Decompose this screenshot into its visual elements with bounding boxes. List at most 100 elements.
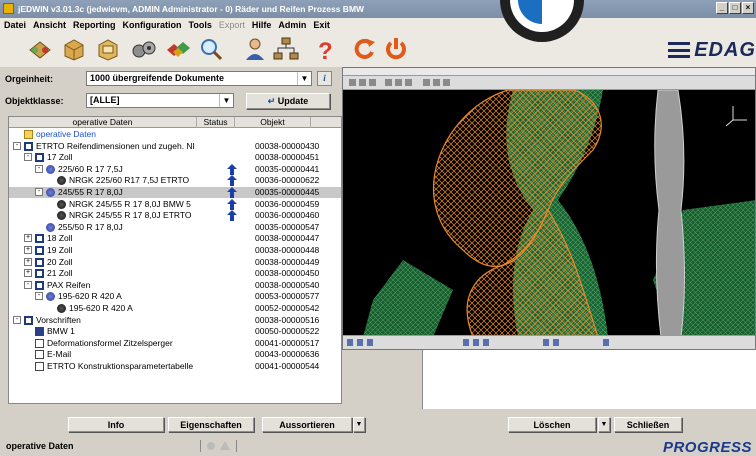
tire-mesh-model — [363, 90, 755, 337]
menu-exit[interactable]: Exit — [313, 20, 330, 30]
menu-hilfe[interactable]: Hilfe — [252, 20, 272, 30]
tree-row[interactable]: NRGK 225/60 R17 7,5J ETRTO 00036-00000622 — [9, 175, 341, 187]
chevron-down-icon: ▼ — [219, 94, 233, 107]
expand-icon[interactable]: + — [24, 269, 32, 278]
menu-tools[interactable]: Tools — [189, 20, 212, 30]
tree-row[interactable]: - PAX Reifen 00038-00000540 — [9, 280, 341, 291]
hierarchy-icon[interactable] — [272, 36, 300, 62]
column-status[interactable]: Status — [197, 117, 235, 128]
menu-reporting[interactable]: Reporting — [73, 20, 116, 30]
status-arrow-icon — [227, 163, 237, 175]
tree-row-object-id: 00035-00000445 — [255, 187, 320, 197]
group-icon — [24, 141, 33, 151]
aussortieren-button[interactable]: Aussortieren — [262, 417, 352, 432]
svg-text:?: ? — [318, 38, 333, 62]
collapse-icon[interactable]: - — [13, 141, 21, 150]
tree-row[interactable]: - ETRTO Reifendimensionen und zugeh. NI 00… — [9, 141, 341, 152]
info-button[interactable]: Info — [68, 417, 164, 432]
tree-row[interactable]: E-Mail 00043-00000636 — [9, 349, 341, 360]
tree-row[interactable]: - Vorschriften 00038-00000516 — [9, 315, 341, 326]
aussortieren-dropdown[interactable]: ▼ — [353, 417, 365, 432]
tree-row[interactable]: 255/50 R 17 8,0J 00035-00000547 — [9, 222, 341, 233]
enter-arrow-icon: ↵ — [267, 96, 278, 106]
update-button[interactable]: ↵ Update — [246, 93, 330, 109]
box-icon[interactable] — [60, 36, 88, 62]
power-icon[interactable] — [382, 36, 410, 62]
collapse-icon[interactable]: - — [35, 188, 43, 196]
tree-row-object-id: 00038-00000448 — [255, 245, 320, 255]
tree-row[interactable]: operative Daten — [9, 129, 341, 140]
tree-row[interactable]: +18 Zoll 00038-00000447 — [9, 233, 341, 244]
menu-admin[interactable]: Admin — [278, 20, 306, 30]
tire-icon — [46, 164, 55, 174]
user-icon[interactable] — [241, 36, 269, 62]
property-panel — [422, 350, 756, 410]
schliessen-button[interactable]: Schließen — [614, 417, 682, 432]
tree-row-object-id: 00038-00000516 — [255, 314, 320, 325]
tree-row[interactable]: Deformationsformel Zitzelsperger 00041-00… — [9, 338, 341, 349]
tree-row-label: BMW 1 — [47, 326, 75, 337]
eigenschaften-button[interactable]: Eigenschaften — [168, 417, 254, 432]
loeschen-dropdown[interactable]: ▼ — [598, 417, 610, 432]
tree-row[interactable]: ETRTO Konstruktionsparametertabelle 00041… — [9, 361, 341, 372]
cad-toolbar[interactable] — [343, 76, 755, 90]
tree-row[interactable]: - 245/55 R 17 8,0J 00035-00000445 — [9, 187, 341, 198]
menu-datei[interactable]: Datei — [4, 20, 26, 30]
tree-row-label: 19 Zoll — [47, 245, 73, 255]
expand-icon[interactable]: + — [24, 246, 32, 254]
parts-icon[interactable] — [26, 36, 54, 62]
manual-icon — [35, 327, 44, 337]
tree-row-object-id: 00050-00000522 — [255, 326, 320, 337]
expand-icon[interactable]: + — [24, 257, 32, 266]
tree-row-label: E-Mail — [47, 349, 72, 360]
tree-row-object-id: 00035-00000441 — [255, 163, 320, 174]
group-icon — [35, 269, 44, 279]
info-icon-button[interactable]: i — [317, 71, 332, 86]
tree-row-label: ETRTO Reifendimensionen und zugeh. NI — [36, 140, 195, 151]
menu-export[interactable]: Export — [219, 20, 245, 30]
tree-row[interactable]: 195-620 R 420 A 00052-00000542 — [9, 303, 341, 314]
package-icon[interactable] — [94, 36, 122, 62]
window-title: jEDWIN v3.01.3c (jedwievm, ADMIN Adminis… — [18, 4, 365, 14]
tree-row-label: Deformationsformel Zitzelsperger — [47, 337, 173, 348]
wheels-icon[interactable] — [130, 36, 158, 62]
help-icon[interactable]: ? — [310, 36, 338, 62]
loeschen-button[interactable]: Löschen — [508, 417, 596, 432]
tree-row-label: NRGK 225/60 R17 7,5J ETRTO — [69, 175, 190, 186]
gems-icon[interactable] — [164, 36, 192, 62]
group-icon — [35, 280, 44, 290]
collapse-icon[interactable]: - — [35, 164, 43, 173]
tree-row[interactable]: +20 Zoll 00038-00000449 — [9, 257, 341, 268]
cad-viewer[interactable] — [342, 67, 756, 350]
search-icon[interactable] — [197, 36, 225, 62]
menu-ansicht[interactable]: Ansicht — [33, 20, 66, 30]
column-operative-daten[interactable]: operative Daten — [9, 117, 197, 128]
collapse-icon[interactable]: - — [24, 280, 32, 289]
close-button[interactable]: × — [742, 2, 754, 14]
tree-header: operative Daten Status Objekt — [9, 117, 341, 128]
tree-row[interactable]: - 195-620 R 420 A 00053-00000577 — [9, 291, 341, 302]
expand-icon[interactable]: + — [24, 234, 32, 243]
tree-row[interactable]: BMW 1 00050-00000522 — [9, 326, 341, 337]
maximize-button[interactable]: □ — [729, 2, 741, 14]
menu-konfiguration[interactable]: Konfiguration — [123, 20, 182, 30]
tree-row[interactable]: +19 Zoll 00038-00000448 — [9, 245, 341, 256]
tree-row[interactable]: NRGK 245/55 R 17 8,0J BMW 5 00036-0000045… — [9, 198, 341, 210]
minimize-button[interactable]: _ — [716, 2, 728, 14]
tree-row[interactable]: NRGK 245/55 R 17 8,0J ETRTO 00036-0000046… — [9, 210, 341, 222]
edag-logo: EDAG — [668, 36, 756, 64]
collapse-icon[interactable]: - — [13, 315, 21, 324]
tree-row-label: 245/55 R 17 8,0J — [58, 187, 123, 197]
collapse-icon[interactable]: - — [24, 153, 32, 162]
collapse-icon[interactable]: - — [35, 292, 43, 301]
column-objekt[interactable]: Objekt — [235, 117, 311, 128]
tree-row[interactable]: +21 Zoll 00038-00000450 — [9, 268, 341, 279]
tree-row[interactable]: - 225/60 R 17 7,5J 00035-00000441 — [9, 163, 341, 175]
refresh-icon[interactable] — [350, 36, 378, 62]
orgeinheit-select[interactable]: 1000 übergreifende Dokumente ▼ — [86, 71, 312, 86]
object-tree[interactable]: operative Daten Status Objekt operative … — [8, 116, 342, 404]
tree-row[interactable]: - 17 Zoll 00038-00000451 — [9, 152, 341, 163]
tree-row-label: 195-620 R 420 A — [69, 303, 133, 313]
status-arrow-icon — [227, 210, 237, 222]
objektklasse-select[interactable]: [ALLE] ▼ — [86, 93, 234, 108]
